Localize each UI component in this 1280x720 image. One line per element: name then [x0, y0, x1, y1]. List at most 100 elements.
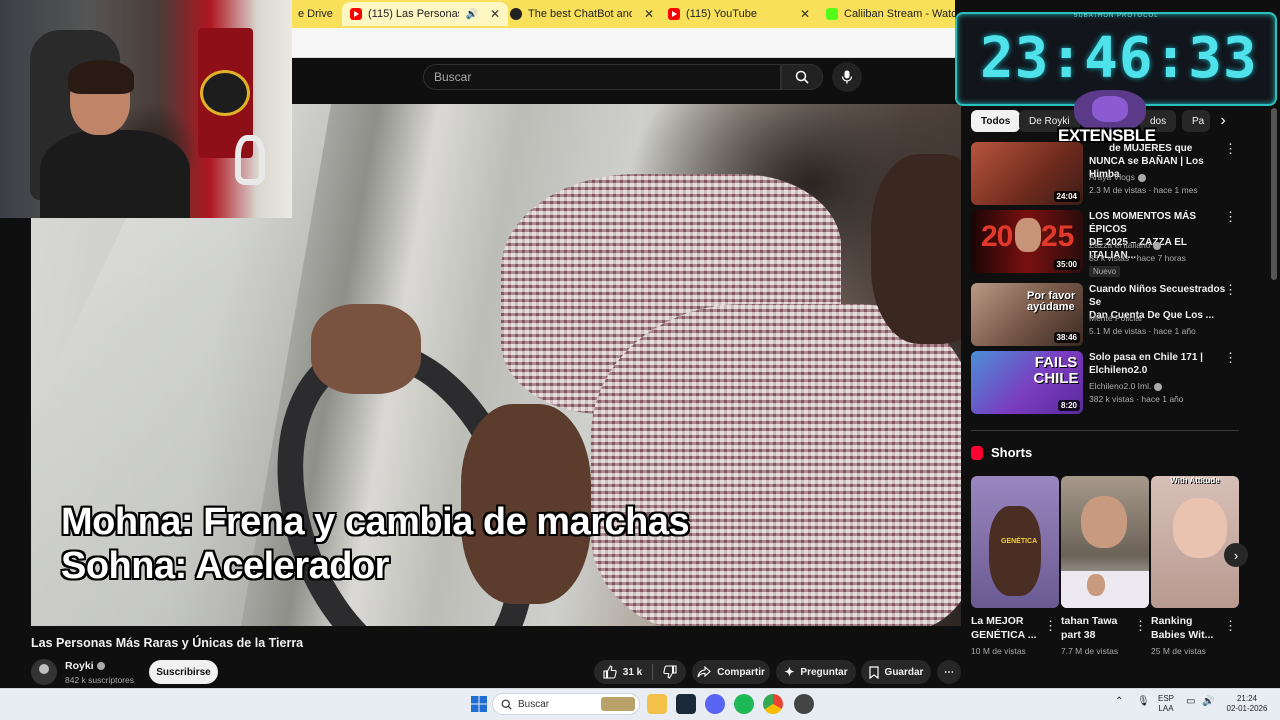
discord-icon[interactable]: [705, 694, 725, 714]
browser-tab-chatbot[interactable]: The best ChatBot and Widgets ✕: [502, 2, 662, 26]
more-actions-button[interactable]: ⋯: [937, 660, 961, 684]
search-button[interactable]: [781, 64, 823, 90]
divider: [652, 664, 654, 680]
network-icon[interactable]: ▭: [1186, 697, 1195, 707]
short-item[interactable]: With Attitude Ranking Babies Wit... 25 M…: [1151, 476, 1239, 656]
windows-start-icon[interactable]: [469, 694, 489, 714]
more-options-icon[interactable]: ⋮: [1134, 618, 1147, 634]
person-face: [871, 154, 961, 344]
chip-partial[interactable]: Pa: [1182, 110, 1210, 132]
verified-icon: [96, 662, 105, 671]
driver-hand: [311, 304, 421, 394]
sidebar-divider: [971, 430, 1239, 431]
channel-name[interactable]: Araya Vlogs: [1089, 172, 1146, 182]
like-dislike-group: 31 k: [594, 660, 686, 684]
subscribe-button[interactable]: Suscribirse: [149, 660, 218, 684]
short-views: 10 M de vistas: [971, 646, 1026, 656]
obs-icon[interactable]: [794, 694, 814, 714]
thumbs-up-icon[interactable]: [603, 665, 617, 679]
recommended-video[interactable]: Por favor ayúdame 38:46 Cuando Niños Sec…: [971, 283, 1237, 347]
chevron-right-icon[interactable]: ›: [1212, 110, 1234, 132]
more-options-icon[interactable]: ⋮: [1224, 351, 1237, 369]
tab-label: Caliiban Stream - Watch Live on: [844, 8, 955, 20]
browser-tab-drive[interactable]: e Drive: [292, 2, 340, 26]
microphone-icon[interactable]: 🎙: [1137, 697, 1150, 707]
clock[interactable]: 21:24 02-01-2026: [1222, 694, 1272, 714]
subscriber-count: 842 k suscriptores: [65, 675, 134, 685]
short-title[interactable]: La MEJOR GENÉTICA ...: [971, 614, 1041, 642]
share-button[interactable]: Compartir: [692, 660, 770, 684]
speaker-icon[interactable]: 🔊: [465, 9, 477, 20]
close-tab-icon[interactable]: ✕: [800, 7, 810, 21]
recommended-video[interactable]: FAILS CHILE 8:20 Solo pasa en Chile 171 …: [971, 351, 1237, 415]
youtube-icon: [350, 8, 362, 20]
shorts-next-button[interactable]: ›: [1224, 543, 1248, 567]
voice-search-button[interactable]: [832, 62, 862, 92]
sidebar-scrollbar[interactable]: [1271, 108, 1277, 280]
browser-tab-strip: e Drive (115) Las Personas Más Raras 🔊 ✕…: [292, 0, 955, 28]
video-title[interactable]: Solo pasa en Chile 171 | Elchileno2.0: [1089, 351, 1227, 377]
video-thumbnail[interactable]: FAILS CHILE 8:20: [971, 351, 1083, 414]
browser-tab-kick[interactable]: Caliiban Stream - Watch Live on: [818, 2, 955, 26]
recommended-video[interactable]: 20 25 35:00 LOS MOMENTOS MÁS ÉPICOS DE 2…: [971, 210, 1237, 277]
video-thumbnail[interactable]: 24:04: [971, 142, 1083, 205]
short-thumbnail[interactable]: [1061, 476, 1149, 608]
save-button[interactable]: Guardar: [861, 660, 931, 684]
video-meta: 83 k vistas · hace 7 horas: [1089, 253, 1186, 263]
headphones-stand: [235, 135, 265, 185]
address-bar[interactable]: [292, 28, 955, 58]
video-thumbnail[interactable]: 20 25 35:00: [971, 210, 1083, 273]
ask-button[interactable]: ✦ Preguntar: [776, 660, 856, 684]
file-explorer-icon[interactable]: [647, 694, 667, 714]
language-indicator[interactable]: ESP LAA: [1158, 694, 1174, 714]
like-count[interactable]: 31 k: [623, 667, 642, 678]
more-options-icon[interactable]: ⋮: [1224, 142, 1237, 160]
channel-name[interactable]: Elchileno2.0 Iml.: [1089, 381, 1163, 391]
share-label: Compartir: [717, 666, 765, 678]
spotify-icon[interactable]: [734, 694, 754, 714]
chip-todos[interactable]: Todos: [971, 110, 1021, 132]
browser-tab-active[interactable]: (115) Las Personas Más Raras 🔊 ✕: [342, 2, 508, 26]
video-thumbnail[interactable]: Por favor ayúdame 38:46: [971, 283, 1083, 346]
more-options-icon[interactable]: ⋮: [1044, 618, 1057, 634]
more-options-icon[interactable]: ⋮: [1224, 210, 1237, 228]
search-icon: [501, 699, 512, 710]
channel-name[interactable]: Zazza el italiano: [1089, 240, 1162, 250]
chevron-up-icon[interactable]: ⌃: [1115, 697, 1123, 707]
caption-line-2: Sohna: Acelerador: [61, 545, 389, 587]
short-thumbnail[interactable]: GENÉTICA: [971, 476, 1059, 608]
recommended-video[interactable]: 24:04 de MUJERES que NUNCA se BAÑAN | Lo…: [971, 142, 1237, 206]
channel-label: Elchileno2.0 Iml.: [1089, 381, 1152, 391]
more-options-icon[interactable]: ⋮: [1224, 283, 1237, 301]
volume-icon[interactable]: 🔊: [1202, 697, 1214, 707]
channel-name[interactable]: Royki: [65, 660, 105, 672]
thumbs-down-icon[interactable]: [663, 665, 677, 679]
short-title[interactable]: Ranking Babies Wit...: [1151, 614, 1221, 642]
avatar[interactable]: [31, 659, 57, 685]
short-thumbnail[interactable]: With Attitude: [1151, 476, 1239, 608]
browser-tab-youtube[interactable]: (115) YouTube ✕: [660, 2, 818, 26]
short-title[interactable]: tahan Tawa part 38: [1061, 614, 1131, 642]
search-placeholder: Buscar: [434, 70, 472, 84]
verified-icon: [1137, 173, 1146, 182]
kick-icon: [826, 8, 838, 20]
more-options-icon[interactable]: ⋮: [1224, 618, 1237, 634]
steam-icon[interactable]: [676, 694, 696, 714]
tab-label: e Drive: [298, 8, 333, 20]
close-tab-icon[interactable]: ✕: [490, 7, 500, 21]
thumbnail-text: With Attitude: [1170, 476, 1220, 485]
subathon-timer: 23:46:33: [980, 26, 1258, 91]
shorts-icon: [971, 445, 983, 460]
channel-name[interactable]: Mente Policial: [1089, 313, 1142, 323]
search-input[interactable]: Buscar: [423, 64, 781, 90]
duration-badge: 38:46: [1053, 332, 1080, 343]
chrome-icon[interactable]: [763, 694, 783, 714]
short-item[interactable]: GENÉTICA La MEJOR GENÉTICA ... 10 M de v…: [971, 476, 1059, 656]
shorts-heading: Shorts: [971, 445, 1032, 460]
close-tab-icon[interactable]: ✕: [644, 7, 654, 21]
taskbar-search-input[interactable]: Buscar: [492, 693, 640, 715]
short-item[interactable]: tahan Tawa part 38 7.7 M de vistas ⋮: [1061, 476, 1149, 656]
thumbnail-text: FAILS CHILE: [1033, 354, 1079, 387]
windows-taskbar: [0, 688, 1280, 720]
video-title: Las Personas Más Raras y Únicas de la Ti…: [31, 636, 304, 650]
